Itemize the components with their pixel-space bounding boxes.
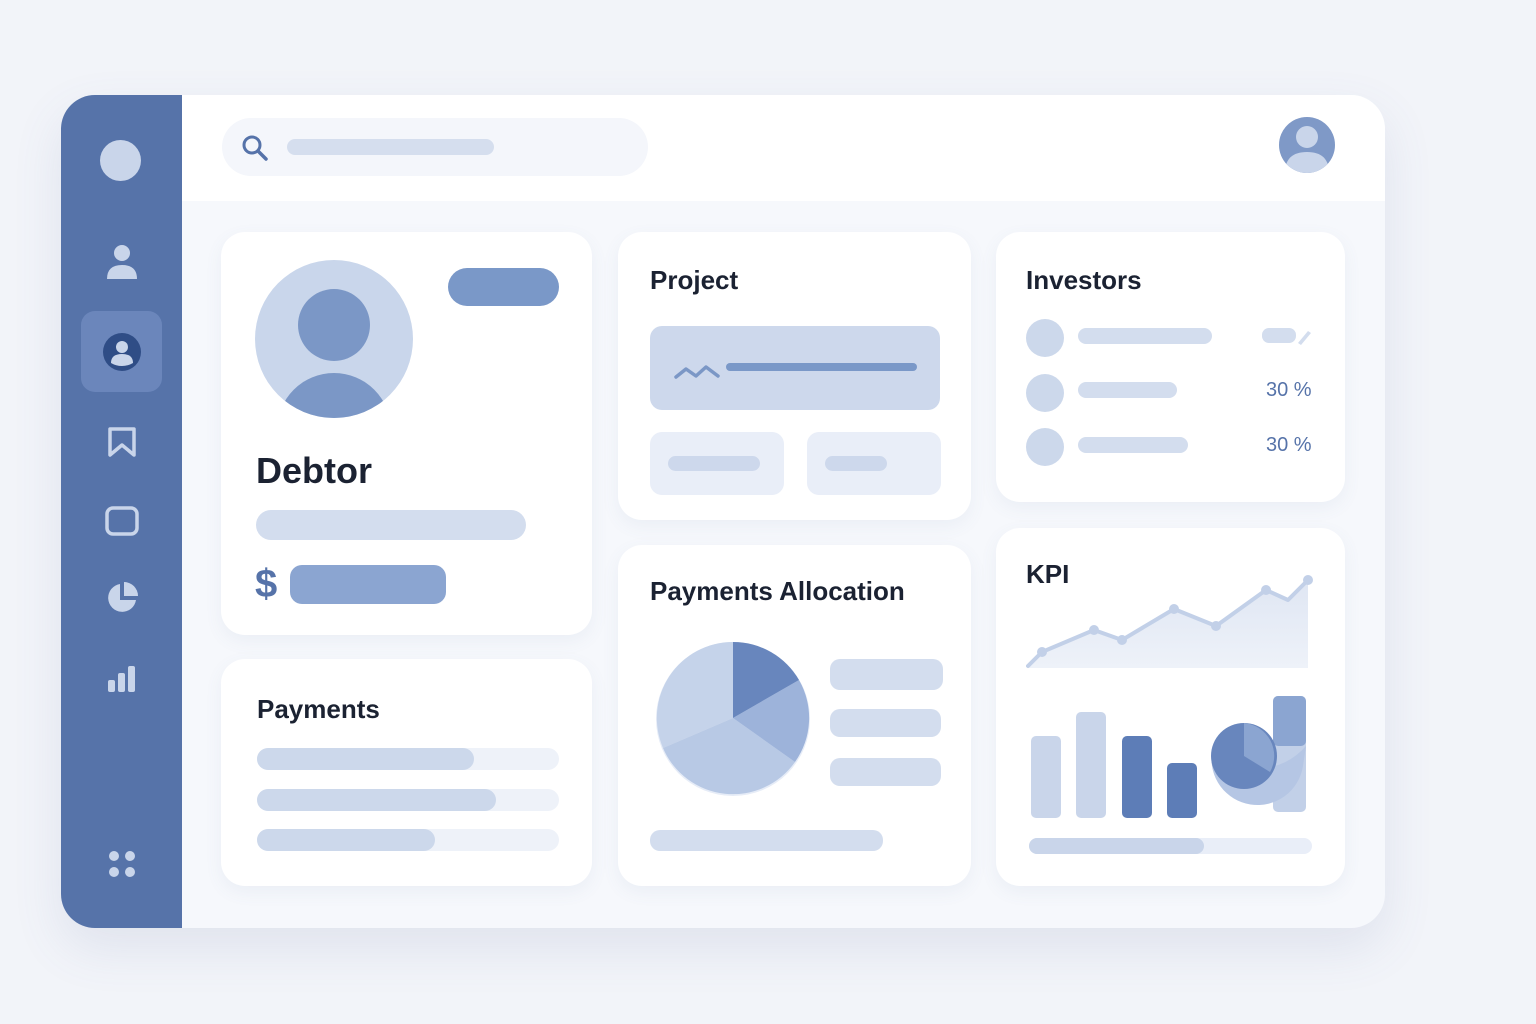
search-placeholder [287,139,494,155]
sidebar-item-analytics[interactable] [81,638,162,719]
allocation-footer-bar [650,830,883,851]
sidebar-item-profile[interactable] [81,311,162,392]
investors-card[interactable]: Investors 30 % 30 % [996,232,1345,502]
avatar-body [277,373,391,418]
search-input[interactable] [222,118,648,176]
debtor-card[interactable]: Debtor $ [221,232,592,635]
kpi-bar-chart [1031,696,1306,818]
allocation-pie-chart [656,641,810,796]
payment-progress-1 [257,748,559,770]
payments-title: Payments [257,694,380,724]
user-icon [106,244,137,279]
kpi-card[interactable]: KPI [996,528,1345,886]
app-window: Debtor $ Payments Project Payments Alloc… [61,95,1385,928]
project-progress-line [726,363,917,371]
project-card[interactable]: Project [618,232,971,520]
project-stat-2 [807,432,941,495]
apps-grid-icon [108,850,135,877]
legend-item-3 [830,758,941,786]
kpi-progress [1029,838,1312,854]
legend-item-1 [830,659,943,690]
investors-title: Investors [1026,265,1142,295]
profile-icon [102,332,141,371]
project-stat-1 [650,432,784,495]
search-icon [242,135,268,161]
project-title: Project [650,265,739,295]
investor-name [1078,437,1188,453]
status-button[interactable] [448,268,559,306]
sidebar-item-apps[interactable] [81,823,162,904]
trend-icon [674,365,720,379]
debtor-title: Debtor [256,450,372,491]
payment-bar-fill [257,829,436,851]
payment-bar-fill [257,789,496,811]
sidebar-item-window[interactable] [81,480,162,561]
debtor-avatar [255,260,413,418]
investor-name [1078,382,1177,398]
sidebar-item-bookmark[interactable] [81,401,162,482]
payment-progress-2 [257,789,559,811]
avatar-head [298,289,370,361]
kpi-progress-fill [1029,838,1205,854]
allocation-title: Payments Allocation [650,576,905,606]
kpi-line-chart [1026,575,1313,668]
sidebar [61,95,182,928]
logo [100,140,141,181]
top-bar [182,95,1385,201]
payments-card[interactable]: Payments [221,659,592,886]
user-avatar-icon [1285,126,1329,173]
sidebar-item-user[interactable] [81,220,162,301]
investor-avatar [1026,428,1064,466]
bookmark-icon [107,426,136,457]
pencil-icon[interactable] [1262,326,1314,346]
sidebar-item-reports[interactable] [81,557,162,638]
dollar-icon: $ [255,562,278,606]
pie-chart-icon [107,581,138,612]
project-summary [650,326,940,410]
payment-progress-3 [257,829,559,851]
investor-share: 30 % [1266,434,1312,456]
investor-avatar [1026,319,1064,357]
payments-allocation-card[interactable]: Payments Allocation [618,545,971,886]
payment-bar-fill [257,748,475,770]
investor-avatar [1026,374,1064,412]
debtor-amount [290,565,446,604]
investor-share: 30 % [1266,379,1312,401]
legend-item-2 [830,709,941,737]
user-avatar[interactable] [1279,117,1335,173]
window-icon [104,505,139,536]
bar-chart-icon [107,665,135,692]
debtor-name-placeholder [256,510,526,540]
investor-name [1078,328,1212,344]
